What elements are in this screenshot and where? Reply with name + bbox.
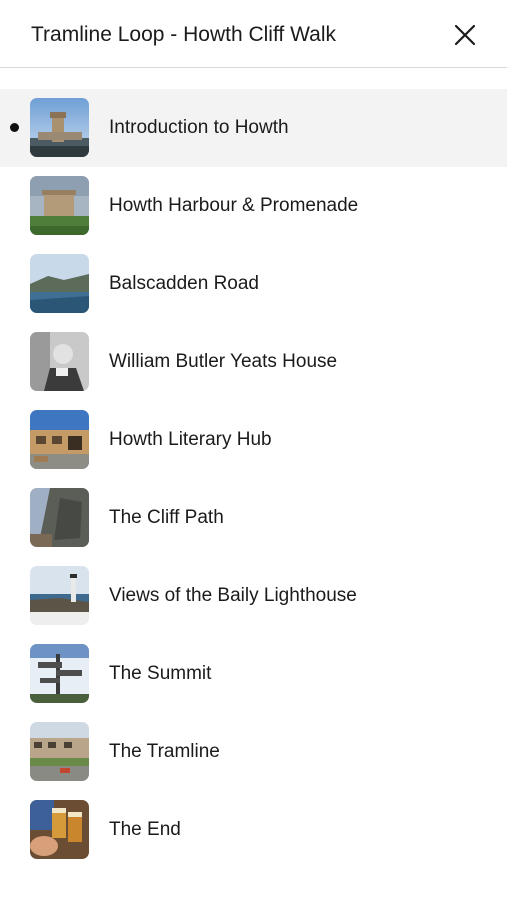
list-item-yeats-house[interactable]: William Butler Yeats House xyxy=(0,323,507,401)
martello-tower-thumbnail xyxy=(30,176,89,235)
stop-label: The Tramline xyxy=(109,741,220,762)
building-thumbnail xyxy=(30,410,89,469)
list-item-balscadden-road[interactable]: Balscadden Road xyxy=(0,245,507,323)
coast-thumbnail xyxy=(30,254,89,313)
stop-label: Views of the Baily Lighthouse xyxy=(109,585,357,606)
page-title: Tramline Loop - Howth Cliff Walk xyxy=(31,23,336,46)
list-item-howth-harbour[interactable]: Howth Harbour & Promenade xyxy=(0,167,507,245)
list-item-the-tramline[interactable]: The Tramline xyxy=(0,713,507,791)
list-item-the-summit[interactable]: The Summit xyxy=(0,635,507,713)
list-item-literary-hub[interactable]: Howth Literary Hub xyxy=(0,401,507,479)
list-item-introduction-to-howth[interactable]: Introduction to Howth xyxy=(0,89,507,167)
stop-label: William Butler Yeats House xyxy=(109,351,338,372)
signpost-thumbnail xyxy=(30,644,89,703)
close-icon xyxy=(454,24,476,46)
stop-label: Balscadden Road xyxy=(109,273,259,294)
close-button[interactable] xyxy=(451,21,479,49)
stop-label: The Cliff Path xyxy=(109,507,224,528)
header-bar: Tramline Loop - Howth Cliff Walk xyxy=(0,0,507,68)
pints-thumbnail xyxy=(30,800,89,859)
current-stop-indicator xyxy=(10,123,19,132)
stop-label: Introduction to Howth xyxy=(109,117,289,138)
list-item-cliff-path[interactable]: The Cliff Path xyxy=(0,479,507,557)
stop-label: Howth Harbour & Promenade xyxy=(109,195,359,216)
tower-thumbnail xyxy=(30,98,89,157)
list-item-baily-lighthouse[interactable]: Views of the Baily Lighthouse xyxy=(0,557,507,635)
stop-list: Introduction to Howth Howth Harbour & Pr… xyxy=(0,89,507,869)
cliff-thumbnail xyxy=(30,488,89,547)
yeats-portrait-thumbnail xyxy=(30,332,89,391)
stop-label: The Summit xyxy=(109,663,212,684)
village-thumbnail xyxy=(30,722,89,781)
stop-label: Howth Literary Hub xyxy=(109,429,272,450)
lighthouse-thumbnail xyxy=(30,566,89,625)
list-item-the-end[interactable]: The End xyxy=(0,791,507,869)
stop-label: The End xyxy=(109,819,181,840)
